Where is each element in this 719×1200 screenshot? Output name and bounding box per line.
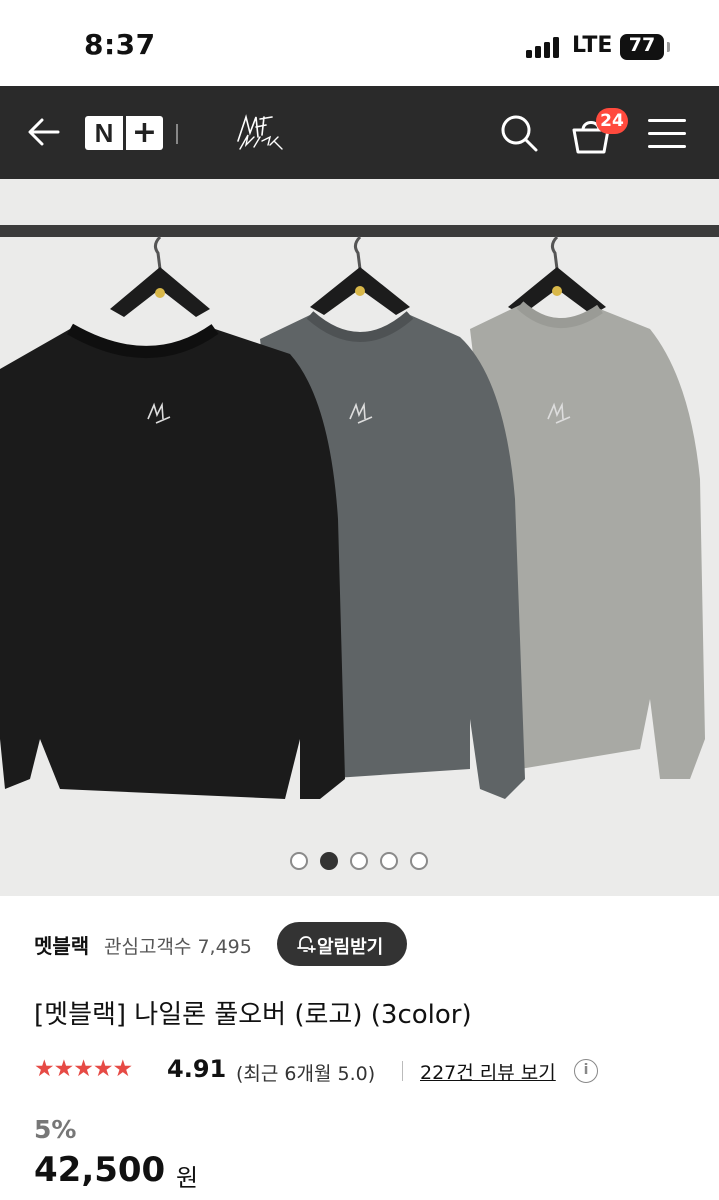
carousel-dot[interactable]	[410, 852, 428, 870]
carousel-dot[interactable]	[350, 852, 368, 870]
notification-subscribe-button[interactable]: 알림받기	[277, 922, 407, 966]
fans-count: 관심고객수 7,495	[104, 936, 252, 958]
discount-rate: 5%	[34, 1115, 77, 1144]
product-image-carousel[interactable]	[0, 179, 719, 896]
signal-icon	[526, 36, 562, 58]
carousel-dot[interactable]	[290, 852, 308, 870]
price-value: 42,500	[34, 1150, 166, 1190]
bell-plus-icon	[297, 936, 316, 953]
seller-name[interactable]: 멧블랙	[34, 930, 89, 959]
info-icon[interactable]: i	[574, 1059, 598, 1083]
brand-logo[interactable]	[234, 111, 286, 155]
cart-count-badge: 24	[596, 108, 628, 134]
nplus-n: N	[94, 118, 114, 148]
search-icon[interactable]	[498, 112, 540, 154]
top-navigation: N + 24	[0, 86, 719, 179]
status-bar: 8:37 LTE 77	[0, 0, 719, 86]
nplus-plus: +	[131, 115, 158, 150]
star-rating-icon: ★★★★★	[34, 1056, 133, 1082]
seller-row: 멧블랙 관심고객수 7,495 알림받기	[34, 922, 684, 966]
battery-tip	[667, 42, 670, 52]
carousel-dot-active[interactable]	[320, 852, 338, 870]
alert-label: 알림받기	[317, 937, 384, 958]
recent-rating: (최근 6개월 5.0)	[236, 1063, 376, 1085]
hamburger-menu-icon[interactable]	[648, 119, 686, 149]
back-arrow-icon[interactable]	[24, 112, 64, 152]
price-unit: 원	[176, 1164, 199, 1192]
rating-separator	[402, 1061, 403, 1081]
product-title: [멧블랙] 나일론 풀오버 (로고) (3color)	[34, 1000, 472, 1030]
network-label: LTE	[572, 33, 613, 58]
battery-level: 77	[628, 34, 656, 56]
battery-icon: 77	[620, 34, 664, 60]
rating-row: ★★★★★ 4.91 (최근 6개월 5.0) 227건 리뷰 보기 i	[34, 1055, 694, 1087]
product-photo	[0, 179, 719, 896]
rating-value: 4.91	[167, 1055, 227, 1083]
status-time: 8:37	[84, 28, 156, 61]
review-link[interactable]: 227건 리뷰 보기	[420, 1058, 556, 1085]
nplus-store-button[interactable]: N +	[85, 116, 163, 150]
cart-button[interactable]: 24	[570, 108, 630, 158]
carousel-dot[interactable]	[380, 852, 398, 870]
nav-separator	[176, 124, 178, 144]
